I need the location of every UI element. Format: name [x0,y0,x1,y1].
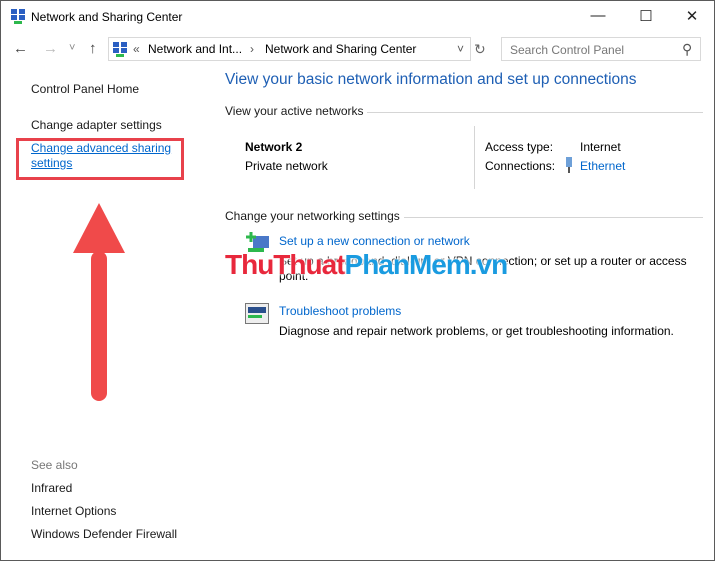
network-name: Network 2 [245,140,303,154]
active-networks-label: View your active networks [225,104,364,118]
refresh-button[interactable]: ↻ [474,41,486,58]
setup-connection-link[interactable]: Set up a new connection or network [279,234,470,248]
infrared-link[interactable]: Infrared [31,481,72,495]
arrow-annotation-icon [73,203,125,401]
overflow-chevron[interactable]: « [133,42,140,56]
breadcrumb-network-internet[interactable]: Network and Int... [148,42,242,56]
maximize-button[interactable]: ☐ [631,7,661,25]
watermark-part2: PhanMem [344,249,471,280]
up-button[interactable]: ↑ [89,40,97,57]
connections-label: Connections: [485,159,556,173]
address-dropdown-button[interactable]: ˅ [457,42,464,56]
windows-defender-firewall-link[interactable]: Windows Defender Firewall [31,527,177,541]
divider [367,112,703,113]
title-bar: Network and Sharing Center — ☐ ✕ [1,1,714,33]
recent-locations-button[interactable]: ˅ [69,42,75,54]
forward-button[interactable]: → [43,40,58,57]
watermark-part3: .vn [469,249,508,280]
troubleshoot-description: Diagnose and repair network problems, or… [279,324,674,338]
divider [474,126,475,189]
network-center-icon [11,9,25,24]
control-panel-home-link[interactable]: Control Panel Home [31,82,139,96]
window-title: Network and Sharing Center [31,10,183,24]
page-heading: View your basic network information and … [225,71,637,88]
access-type-value: Internet [580,140,621,154]
watermark-part1: ThuThuat [225,249,346,280]
change-adapter-settings-link[interactable]: Change adapter settings [31,118,162,132]
ethernet-icon [566,157,572,173]
search-icon[interactable]: ⚲ [682,41,692,58]
search-input[interactable]: Search Control Panel ⚲ [501,37,701,61]
access-type-label: Access type: [485,140,554,154]
see-also-label: See also [31,458,78,472]
address-bar[interactable]: « Network and Int... › Network and Shari… [108,37,471,61]
minimize-button[interactable]: — [583,7,613,24]
breadcrumb-network-sharing-center[interactable]: Network and Sharing Center [265,42,416,56]
breadcrumb-separator[interactable]: › [250,42,254,56]
internet-options-link[interactable]: Internet Options [31,504,116,518]
search-placeholder: Search Control Panel [510,43,625,57]
watermark: ThuThuatPhanMem.vn [225,249,508,281]
network-type: Private network [245,159,328,173]
troubleshoot-icon [245,303,269,324]
highlight-box [16,138,184,180]
back-button[interactable]: ← [13,40,28,57]
divider [404,217,703,218]
ethernet-link[interactable]: Ethernet [580,159,625,173]
change-settings-label: Change your networking settings [225,209,400,223]
close-button[interactable]: ✕ [677,7,707,25]
network-center-icon [113,42,127,57]
troubleshoot-problems-link[interactable]: Troubleshoot problems [279,304,401,318]
